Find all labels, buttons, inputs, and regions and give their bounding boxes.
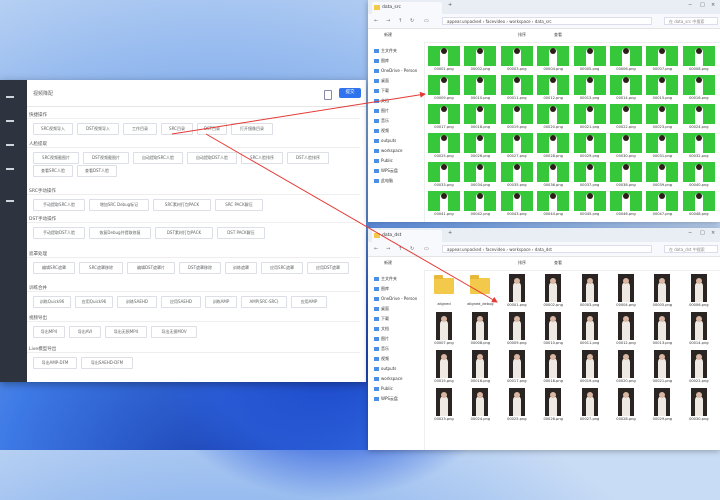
annotation-arrows (171, 91, 498, 303)
arrow-dst-dir (205, 133, 498, 303)
arrow-src-dir (171, 91, 426, 135)
